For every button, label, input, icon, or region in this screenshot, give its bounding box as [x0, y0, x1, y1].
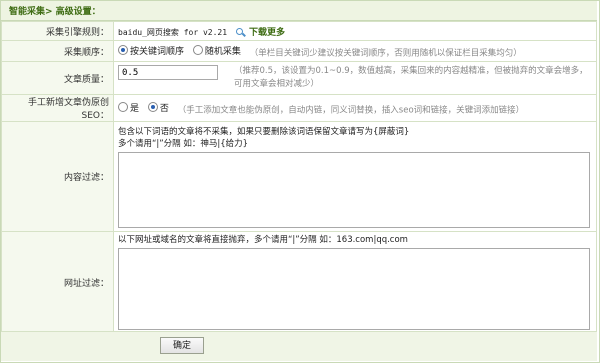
url-filter-label: 网址过滤： — [1, 231, 114, 333]
content-filter-textarea[interactable] — [118, 151, 590, 228]
original-hint: （手工添加文章也能伪原创，自动内链，同义词替换，插入seo词和链接，关键词添加链… — [177, 105, 525, 116]
content-filter-desc-2: 多个请用“|”分隔 如：神马|{给力} — [118, 138, 249, 149]
panel-header: 智能采集> 高级设置： — [1, 1, 597, 21]
content-filter-desc-1: 包含以下词语的文章将不采集，如果只要删除该词语保留文章请写为{屏蔽词} — [118, 126, 410, 137]
url-filter-row: 网址过滤： 以下网址或域名的文章将直接抛弃，多个请用“|”分隔 如：163.co… — [1, 231, 597, 333]
page-title: 智能采集> 高级设置： — [9, 7, 101, 17]
rules-value: baidu_网页搜索 for v2.21 — [118, 27, 228, 37]
radio-button[interactable] — [118, 45, 128, 56]
quality-hint: （推荐0.5，该设置为0.1~0.9，数值越高，采集回来的内容越精准，但被抛弃的… — [234, 66, 588, 89]
submit-button[interactable]: 确定 — [160, 337, 204, 354]
order-option-keyword[interactable]: 按关键词顺序 — [118, 44, 184, 57]
order-label: 采集顺序： — [1, 40, 114, 62]
url-filter-desc: 以下网址或域名的文章将直接抛弃，多个请用“|”分隔 如：163.com|qq.c… — [118, 235, 408, 245]
original-option-yes[interactable]: 是 — [118, 101, 139, 114]
url-filter-textarea[interactable] — [118, 248, 590, 330]
radio-button[interactable] — [192, 45, 203, 56]
original-row: 手工新增文章伪原创SEO： 是 否 （手工添加文章也能伪原创，自动内链，同义词替… — [1, 94, 597, 122]
settings-form: 采集引擎规则： baidu_网页搜索 for v2.21 下载更多 采集顺序： … — [1, 21, 597, 333]
original-option-no[interactable]: 否 — [147, 101, 169, 114]
order-hint: （单栏目关键词少建议按关键词顺序，否则用随机以保证栏目采集均匀） — [249, 48, 522, 59]
radio-button[interactable] — [118, 102, 128, 113]
original-label: 手工新增文章伪原创SEO： — [1, 94, 114, 122]
download-more-link[interactable]: 下载更多 — [249, 28, 285, 38]
quality-input[interactable] — [118, 65, 218, 80]
radio-button[interactable] — [147, 102, 158, 113]
quality-row: 文章质量： （推荐0.5，该设置为0.1~0.9，数值越高，采集回来的内容越精准… — [1, 61, 597, 95]
order-row: 采集顺序： 按关键词顺序 随机采集 （单栏目关键词少建议按关键词顺序，否则用随机… — [1, 40, 597, 62]
rules-row: 采集引擎规则： baidu_网页搜索 for v2.21 下载更多 — [1, 21, 597, 41]
order-option-random[interactable]: 随机采集 — [192, 44, 241, 57]
button-bar: 确定 — [1, 331, 597, 361]
search-icon — [235, 27, 245, 37]
content-filter-row: 内容过滤： 包含以下词语的文章将不采集，如果只要删除该词语保留文章请写为{屏蔽词… — [1, 121, 597, 232]
rules-label: 采集引擎规则： — [1, 21, 114, 41]
content-filter-label: 内容过滤： — [1, 121, 114, 232]
quality-label: 文章质量： — [1, 61, 114, 95]
